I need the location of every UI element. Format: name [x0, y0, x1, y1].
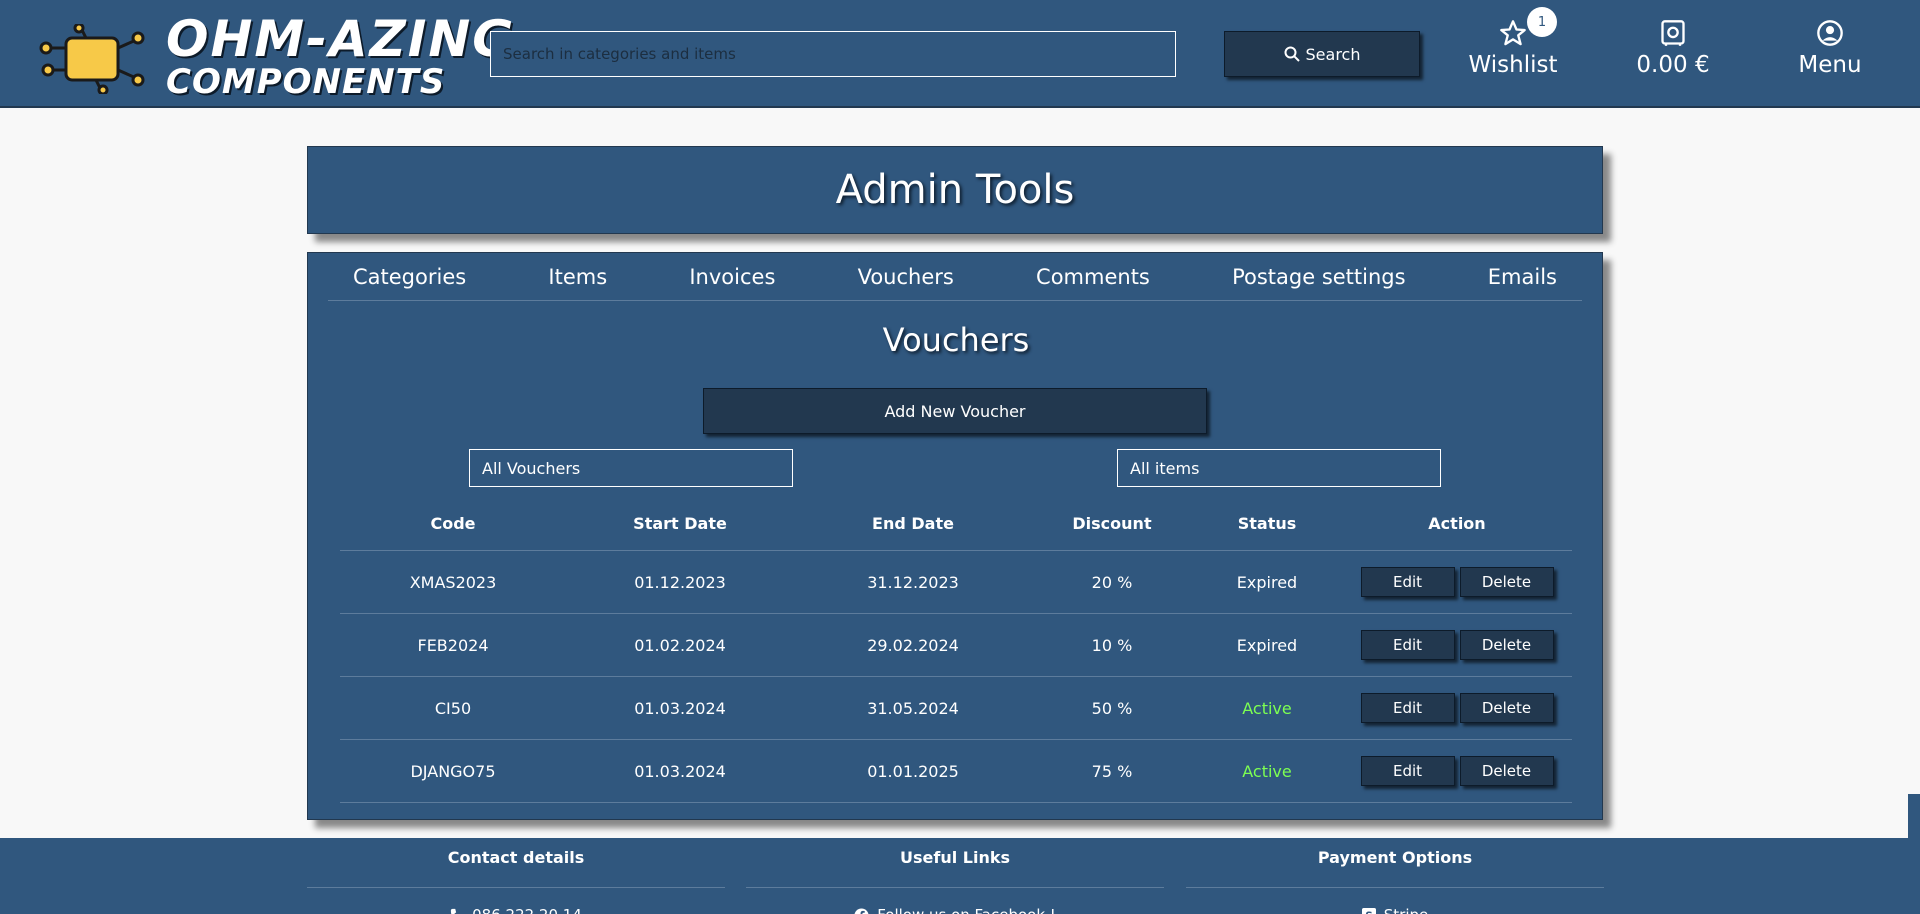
header-end-date: End Date	[872, 514, 954, 533]
cart-link[interactable]: 0.00 €	[1620, 16, 1726, 86]
voucher-end-date: 31.05.2024	[867, 698, 959, 718]
voucher-code: DJANGO75	[410, 761, 496, 781]
circuit-chip-icon	[39, 24, 145, 94]
search-button[interactable]: Search	[1224, 31, 1420, 77]
user-circle-icon	[1786, 16, 1874, 50]
tab-invoices[interactable]: Invoices	[689, 265, 775, 289]
site-logo[interactable]: OHM-AZING COMPONENTS	[38, 8, 513, 104]
wishlist-label: Wishlist	[1468, 52, 1558, 78]
header-start-date: Start Date	[633, 514, 727, 533]
footer-heading-links: Useful Links	[746, 848, 1164, 888]
footer-links: Useful Links Follow us on Facebook !	[746, 838, 1164, 914]
tab-postage-settings[interactable]: Postage settings	[1232, 265, 1405, 289]
voucher-end-date: 01.01.2025	[867, 761, 959, 781]
footer-stripe-text: Stripe	[1384, 906, 1429, 914]
header-action: Action	[1428, 514, 1486, 533]
header-code: Code	[430, 514, 476, 533]
vouchers-table: Code Start Date End Date Discount Status…	[340, 497, 1572, 803]
header-discount: Discount	[1072, 514, 1152, 533]
voucher-end-date: 31.12.2023	[867, 572, 959, 592]
footer-payment: Payment Options S Stripe	[1186, 838, 1604, 914]
voucher-filter-select[interactable]: All Vouchers	[469, 449, 793, 487]
search-input[interactable]	[490, 31, 1176, 77]
page-edge-strip	[1908, 794, 1920, 838]
voucher-status: Active	[1242, 698, 1292, 718]
tab-categories[interactable]: Categories	[353, 265, 466, 289]
edit-button[interactable]: Edit	[1360, 567, 1455, 597]
admin-tabs: Categories Items Invoices Vouchers Comme…	[328, 253, 1582, 301]
voucher-discount: 75 %	[1091, 761, 1133, 781]
header-status: Status	[1237, 514, 1297, 533]
search-button-label: Search	[1305, 44, 1361, 64]
voucher-start-date: 01.02.2024	[634, 635, 726, 655]
voucher-status: Expired	[1236, 572, 1298, 592]
stripe-icon: S	[1361, 908, 1376, 914]
footer-contact: Contact details 086 222 20 14	[307, 838, 725, 914]
voucher-status: Expired	[1236, 635, 1298, 655]
voucher-code: FEB2024	[417, 635, 489, 655]
voucher-end-date: 29.02.2024	[867, 635, 959, 655]
site-header: OHM-AZING COMPONENTS Search Wishlist 1 0	[0, 0, 1920, 108]
edit-button[interactable]: Edit	[1360, 630, 1455, 660]
tab-emails[interactable]: Emails	[1488, 265, 1557, 289]
table-row: CI50 01.03.2024 31.05.2024 50 % Active E…	[340, 677, 1572, 740]
edit-button[interactable]: Edit	[1360, 693, 1455, 723]
delete-button[interactable]: Delete	[1459, 630, 1554, 660]
item-filter-select[interactable]: All items	[1117, 449, 1441, 487]
table-row: FEB2024 01.02.2024 29.02.2024 10 % Expir…	[340, 614, 1572, 677]
row-actions: Edit Delete	[1342, 630, 1572, 660]
tab-vouchers[interactable]: Vouchers	[858, 265, 954, 289]
delete-button[interactable]: Delete	[1459, 567, 1554, 597]
footer-heading-contact: Contact details	[307, 848, 725, 888]
voucher-start-date: 01.12.2023	[634, 572, 726, 592]
menu-link[interactable]: Menu	[1786, 16, 1874, 86]
wishlist-count-badge: 1	[1527, 7, 1557, 37]
row-actions: Edit Delete	[1342, 693, 1572, 723]
logo-text-line1: OHM-AZING	[166, 10, 516, 68]
footer-facebook-text: Follow us on Facebook !	[877, 906, 1056, 914]
safe-icon	[1620, 16, 1726, 50]
voucher-status: Active	[1242, 761, 1292, 781]
add-voucher-button[interactable]: Add New Voucher	[703, 388, 1207, 434]
voucher-start-date: 01.03.2024	[634, 761, 726, 781]
tab-items[interactable]: Items	[548, 265, 607, 289]
voucher-code: XMAS2023	[409, 572, 497, 592]
footer-phone[interactable]: 086 222 20 14	[307, 906, 725, 914]
voucher-discount: 50 %	[1091, 698, 1133, 718]
voucher-discount: 10 %	[1091, 635, 1133, 655]
voucher-start-date: 01.03.2024	[634, 698, 726, 718]
table-row: DJANGO75 01.03.2024 01.01.2025 75 % Acti…	[340, 740, 1572, 803]
cart-total: 0.00 €	[1636, 52, 1710, 78]
table-row: XMAS2023 01.12.2023 31.12.2023 20 % Expi…	[340, 551, 1572, 614]
section-title: Vouchers	[882, 321, 1030, 359]
footer-heading-payment: Payment Options	[1186, 848, 1604, 888]
delete-button[interactable]: Delete	[1459, 756, 1554, 786]
footer-phone-text: 086 222 20 14	[472, 906, 582, 914]
row-actions: Edit Delete	[1342, 567, 1572, 597]
footer-stripe: S Stripe	[1186, 906, 1604, 914]
logo-text-line2: COMPONENTS	[166, 62, 446, 102]
row-actions: Edit Delete	[1342, 756, 1572, 786]
edit-button[interactable]: Edit	[1360, 756, 1455, 786]
tab-comments[interactable]: Comments	[1036, 265, 1150, 289]
voucher-discount: 20 %	[1091, 572, 1133, 592]
menu-label: Menu	[1798, 52, 1862, 78]
phone-icon	[451, 908, 457, 914]
page-title: Admin Tools	[835, 167, 1075, 213]
table-header: Code Start Date End Date Discount Status…	[340, 497, 1572, 551]
delete-button[interactable]: Delete	[1459, 693, 1554, 723]
site-footer: Contact details 086 222 20 14 Useful Lin…	[0, 838, 1920, 914]
footer-facebook-link[interactable]: Follow us on Facebook !	[746, 906, 1164, 914]
search-icon	[1284, 46, 1300, 62]
facebook-icon	[854, 907, 869, 914]
voucher-code: CI50	[434, 698, 472, 718]
admin-main-panel: Categories Items Invoices Vouchers Comme…	[307, 252, 1603, 820]
admin-title-panel: Admin Tools	[307, 146, 1603, 234]
svg-text:S: S	[1365, 910, 1373, 914]
